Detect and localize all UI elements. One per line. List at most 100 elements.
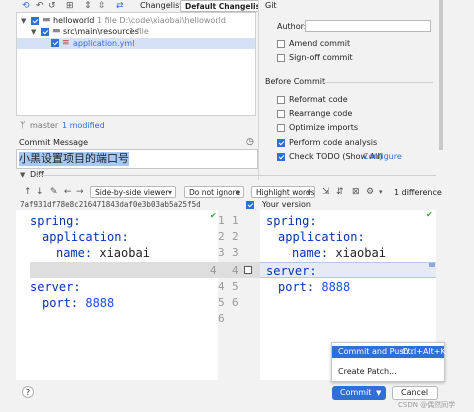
author-input[interactable]	[305, 20, 431, 32]
group-by-icon[interactable]: ⊞	[66, 1, 74, 11]
code-line-5: port: 8888	[278, 280, 351, 294]
commit-and-push-item[interactable]: Commit and Push... Ctrl+Alt+K	[332, 346, 446, 358]
rearrange-checkbox[interactable]	[277, 110, 285, 118]
diff-count: 1 difference	[394, 188, 442, 197]
check-todo-checkbox[interactable]	[277, 153, 285, 161]
left-revision-title: 7af931df78e8c216471843daf0e3b03ab5a25f5d	[20, 200, 201, 209]
yaml-file-icon: ≡	[62, 38, 70, 48]
before-commit-divider	[321, 82, 433, 83]
code-line-4: server:	[30, 280, 81, 294]
commit-message-label: Commit Message	[19, 138, 89, 147]
commit-button-label: Commit	[340, 388, 372, 397]
reformat-label: Reformat code	[289, 95, 348, 104]
optimize-imports-label: Optimize imports	[289, 123, 358, 132]
code-line-1: spring:	[266, 214, 317, 228]
chevron-down-icon[interactable]: ▼	[20, 170, 25, 180]
check-icon: ✔	[426, 210, 433, 219]
edit-icon[interactable]: ✎	[50, 187, 58, 197]
lock-icon[interactable]: ⊠	[352, 187, 360, 197]
diff-icon[interactable]: ⇄	[116, 1, 124, 11]
arrow-right-icon[interactable]: →	[76, 187, 84, 197]
cancel-button-label: Cancel	[401, 388, 429, 397]
commit-message-input[interactable]: 小黑设置项目的端口号	[16, 149, 258, 169]
amend-checkbox[interactable]	[277, 40, 285, 48]
folder-icon: ▬	[42, 15, 51, 25]
checkbox-resources[interactable]	[41, 28, 49, 36]
tree-folder-meta: 1 file	[129, 27, 149, 36]
sync-scroll-icon[interactable]: ⇵	[336, 187, 344, 197]
diff-divider	[36, 175, 436, 176]
checkbox-helloworld[interactable]	[31, 17, 39, 25]
history-icon[interactable]: ◷	[246, 137, 254, 147]
left-line-number-4: 4	[218, 280, 225, 293]
left-line-number-3: 3	[218, 246, 225, 259]
collapse-icon[interactable]: ⇳	[98, 1, 106, 11]
code-line-2: application:	[42, 230, 129, 244]
modified-count: 1 modified	[62, 121, 105, 130]
undo-icon[interactable]: ↺	[48, 1, 56, 11]
code-line-4: server:	[266, 264, 317, 278]
signoff-label: Sign-off commit	[289, 53, 353, 62]
collapse-unchanged-icon[interactable]: ⇲	[322, 187, 330, 197]
right-line-number-1: 1	[232, 214, 239, 227]
git-section-title: Git	[265, 1, 277, 10]
code-line-2: application:	[278, 230, 365, 244]
deleted-line-highlight	[30, 262, 218, 278]
right-line-number-4: 4	[210, 264, 217, 277]
code-analysis-label: Perform code analysis	[289, 138, 378, 147]
right-line-number-3: 3	[232, 246, 239, 259]
arrow-down-icon[interactable]: ↓	[36, 187, 44, 197]
changes-tree: ▼ ▬ helloworld 1 file D:\code\xiaobai\he…	[16, 12, 256, 116]
tree-folder-name[interactable]: src\main\resources	[63, 27, 139, 37]
configure-link[interactable]: Configure	[363, 152, 402, 162]
checkbox-application-yml[interactable]	[51, 39, 59, 47]
check-icon: ✔	[210, 211, 217, 220]
expand-icon[interactable]: ⇕	[84, 1, 92, 11]
optimize-imports-checkbox[interactable]	[277, 124, 285, 132]
chevron-down-icon[interactable]: ▼	[21, 16, 26, 26]
left-editor[interactable]: spring: application: name: xiaobai serve…	[16, 210, 218, 380]
branch-icon: ᛘ	[20, 121, 26, 131]
rearrange-label: Rearrange code	[289, 109, 353, 118]
cancel-button[interactable]: Cancel	[392, 386, 438, 400]
commit-button[interactable]: Commit ▼	[332, 386, 386, 400]
line-include-checkbox[interactable]	[244, 266, 252, 274]
create-patch-item[interactable]: Create Patch...	[332, 366, 444, 378]
diff-gutter: 1 2 3 4 5 6 4 1 2 3 4 5 6	[210, 210, 260, 380]
chevron-down-icon[interactable]: ▼	[31, 27, 36, 37]
rollback-icon[interactable]: ↶	[36, 1, 44, 11]
before-commit-title: Before Commit	[265, 77, 326, 86]
code-line-5: port: 8888	[42, 296, 115, 310]
right-line-number-2: 2	[232, 230, 239, 243]
chevron-down-icon[interactable]: ▾	[379, 187, 383, 197]
gutter-change-highlight	[218, 262, 260, 278]
ignore-select[interactable]: Do not ignore	[184, 186, 244, 199]
signoff-checkbox[interactable]	[277, 54, 285, 62]
commit-message-text: 小黑设置项目的端口号	[19, 152, 129, 166]
scrollbar-right[interactable]	[439, 0, 443, 150]
tree-file-row[interactable]: ≡ application.yml	[17, 38, 255, 49]
tree-file-name[interactable]: application.yml	[73, 39, 134, 49]
left-line-number-1: 1	[218, 214, 225, 227]
code-line-3: name: xiaobai	[292, 246, 386, 260]
arrow-left-icon[interactable]: ←	[64, 187, 72, 197]
chevron-down-icon[interactable]: ▼	[376, 388, 381, 398]
help-label: ?	[25, 388, 31, 397]
refresh-icon[interactable]: ⟲	[22, 1, 30, 11]
changelist-label: Changelist:	[140, 1, 186, 10]
reformat-checkbox[interactable]	[277, 96, 285, 104]
code-analysis-checkbox[interactable]	[277, 139, 285, 147]
tree-root-meta: 1 file D:\code\xiaobai\helloworld	[97, 16, 226, 25]
tree-root-name[interactable]: helloworld	[53, 16, 94, 26]
include-checkbox[interactable]	[246, 201, 254, 209]
highlight-select[interactable]: Highlight words	[251, 186, 315, 199]
commit-options-popup: Commit and Push... Ctrl+Alt+K Create Pat…	[331, 342, 446, 382]
gear-icon[interactable]: ⚙	[366, 187, 374, 197]
arrow-up-icon[interactable]: ↑	[24, 187, 32, 197]
watermark-text: CSDN @偶然同学	[398, 401, 456, 409]
viewer-select[interactable]: Side-by-side viewer	[90, 186, 176, 199]
commit-and-push-shortcut: Ctrl+Alt+K	[402, 347, 446, 356]
help-button[interactable]: ?	[22, 386, 34, 398]
left-line-number-5: 5	[218, 296, 225, 309]
changes-toolbar: ⟲ ↶ ↺ ⊞ ⇕ ⇳ ⇄ Changelist: Default Change…	[16, 0, 272, 13]
